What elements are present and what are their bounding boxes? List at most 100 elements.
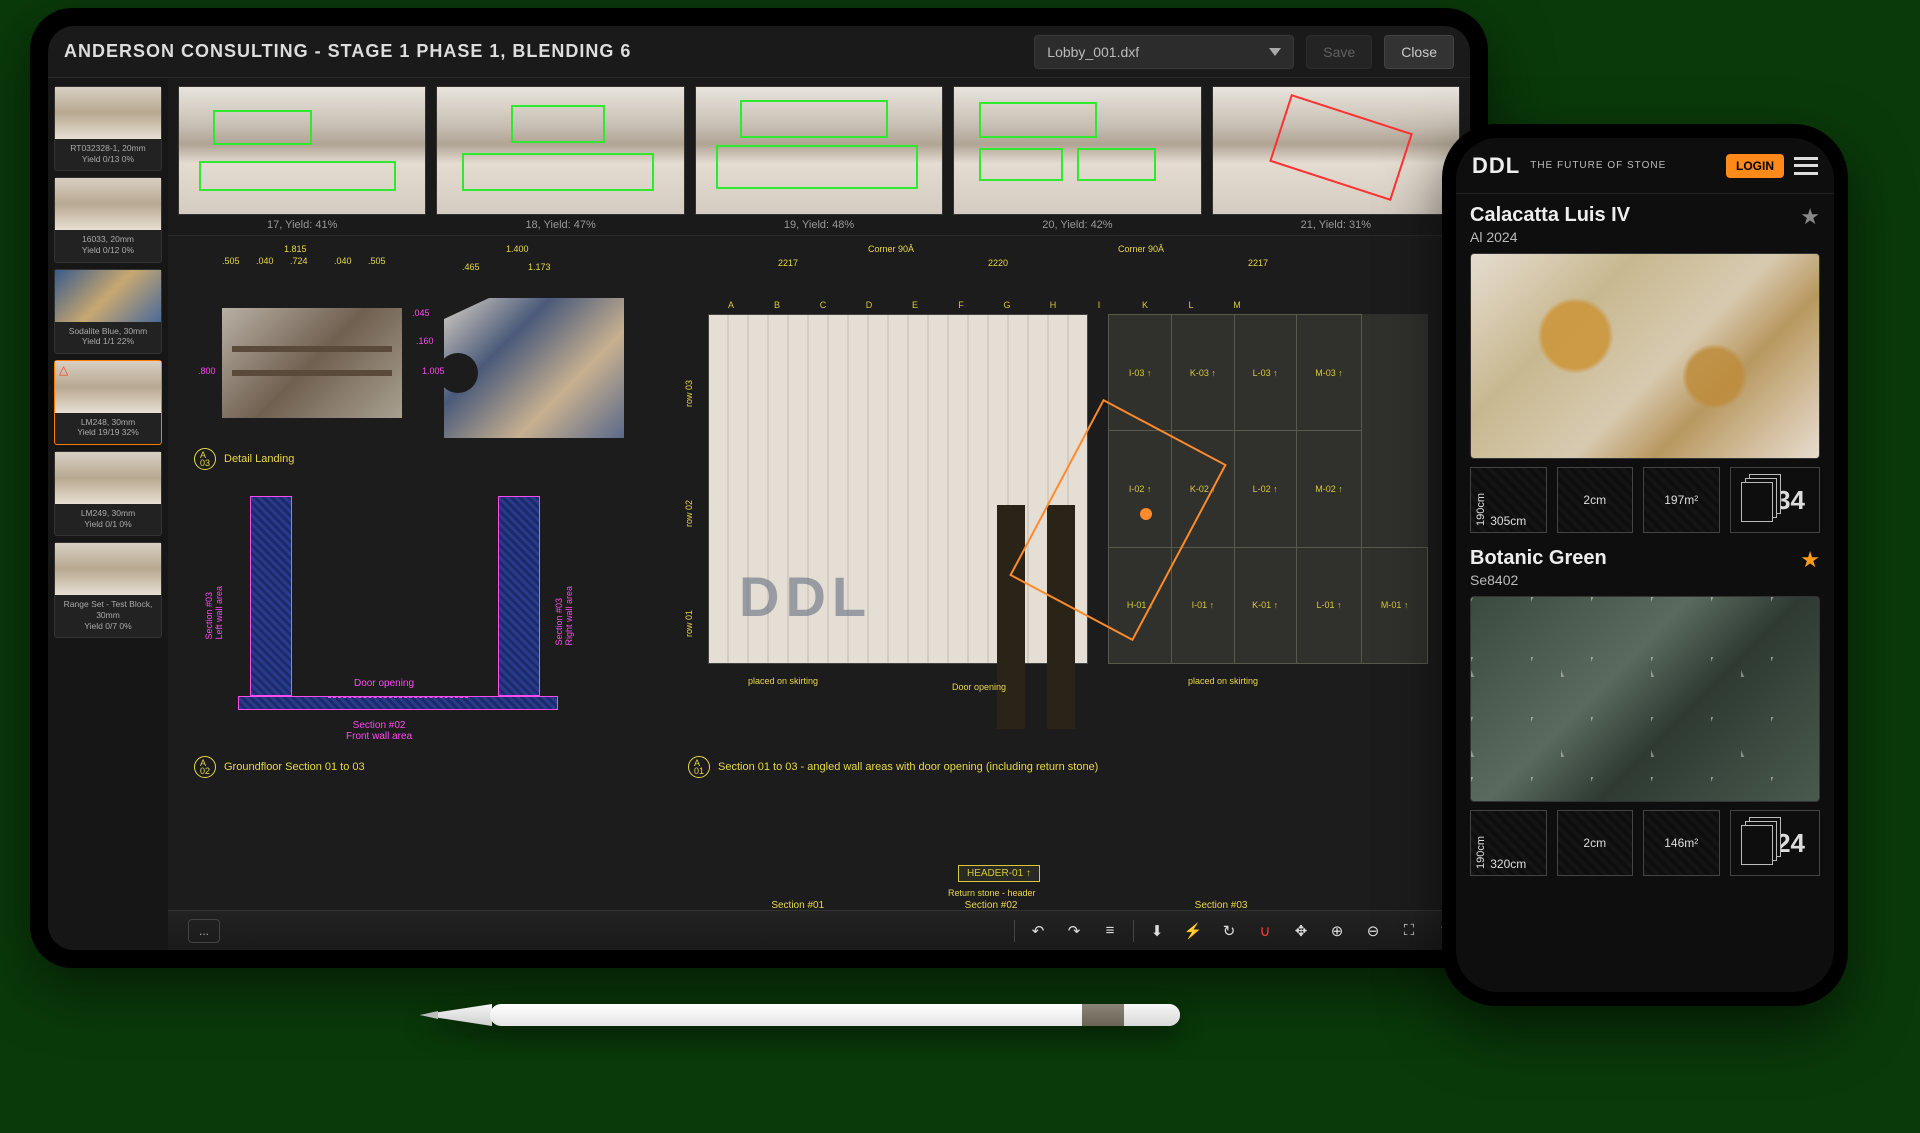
bottom-toolbar: ... ↶ ↷ ≡ ⬇ ⚡ ↻ ∪ ✥ ⊕ ⊖ ⛶ ? [168,910,1470,950]
slab-thumb[interactable]: 17, Yield: 41% [178,86,426,231]
row-label: row 02 [684,500,694,527]
landing-texture-2[interactable] [444,298,624,438]
landing-texture-1[interactable] [222,308,402,418]
app-body: RT032328-1, 20mm Yield 0/13 0% 16033, 20… [48,78,1470,950]
corner-label: Corner 90Â [868,244,914,254]
row-label: row 03 [684,380,694,407]
col-head: F [938,300,984,310]
dim: 1.173 [528,262,551,272]
return-stone-panel-1[interactable] [997,505,1025,729]
grid-cell[interactable]: L-01 ↑ [1296,547,1362,663]
zoom-out-icon[interactable]: ⊖ [1360,918,1386,944]
slab-strip[interactable]: 17, Yield: 41% 18, Yield: 47% 19, Yield: 4… [168,78,1470,236]
phone-body[interactable]: Calacatta Luis IV Al 2024 ★ 190cm 305cm … [1456,194,1834,992]
dim: .160 [416,336,434,346]
material-thumb[interactable]: Sodalite Blue, 30mm Yield 1/1 22% [54,269,162,354]
grid-cell[interactable]: I-01 ↑ [1172,547,1234,663]
material-thumb[interactable]: LM249, 30mm Yield 0/1 0% [54,451,162,536]
logo: DDL [1472,153,1520,179]
grid-cell[interactable]: L-02 ↑ [1234,431,1296,547]
col-head: A [708,300,754,310]
slab-thumb[interactable]: 20, Yield: 42% [953,86,1201,231]
favorite-icon[interactable]: ★ [1800,547,1820,573]
redo-icon[interactable]: ↷ [1061,918,1087,944]
dim: 1.005 [422,366,445,376]
material-thumb[interactable]: △ LM248, 30mm Yield 19/19 32% [54,360,162,445]
bolt-icon[interactable]: ⚡ [1180,918,1206,944]
tablet-screen: ANDERSON CONSULTING - STAGE 1 PHASE 1, B… [48,26,1470,950]
save-button[interactable]: Save [1306,35,1372,69]
stone-card[interactable]: Calacatta Luis IV Al 2024 ★ 190cm 305cm … [1470,204,1820,533]
favorite-icon[interactable]: ★ [1800,204,1820,230]
material-thumb[interactable]: RT032328-1, 20mm Yield 0/13 0% [54,86,162,171]
close-button[interactable]: Close [1384,35,1454,69]
grid-cell[interactable]: M-01 ↑ [1362,547,1428,663]
separator [1014,920,1015,942]
slab-thumb[interactable]: 21, Yield: 31% [1212,86,1460,231]
detail-landing-block: .505 .040 .724 .040 .505 1.815 .045 .160… [194,256,634,456]
grid-cell[interactable]: M-03 ↑ [1296,315,1362,431]
hamburger-icon[interactable] [1794,157,1818,175]
thumb-label: LM249, 30mm Yield 0/1 0% [55,504,161,535]
card-subtitle: Se8402 [1470,572,1800,588]
cut-rect[interactable] [213,110,312,146]
cut-rect[interactable] [716,145,918,188]
move-icon[interactable]: ✥ [1288,918,1314,944]
stat-count: 24 [1730,810,1821,876]
slab-label: 21, Yield: 31% [1212,219,1460,231]
file-dropdown[interactable]: Lobby_001.dxf [1034,35,1294,69]
list-icon[interactable]: ≡ [1097,918,1123,944]
slab-thumb[interactable]: 19, Yield: 48% [695,86,943,231]
slab-thumb[interactable]: 18, Yield: 47% [436,86,684,231]
refresh-icon[interactable]: ↻ [1216,918,1242,944]
slab-label: 18, Yield: 47% [436,219,684,231]
material-thumb[interactable]: 16033, 20mm Yield 0/12 0% [54,177,162,262]
download-icon[interactable]: ⬇ [1144,918,1170,944]
material-thumb[interactable]: Range Set - Test Block, 30mm Yield 0/7 0… [54,542,162,638]
skirting-label: placed on skirting [748,676,818,686]
card-image[interactable] [1470,596,1820,802]
undo-icon[interactable]: ↶ [1025,918,1051,944]
stat-count: 34 [1730,467,1821,533]
zoom-in-icon[interactable]: ⊕ [1324,918,1350,944]
cut-rect[interactable] [1077,148,1156,181]
gf-base[interactable] [238,696,558,710]
dim: .465 [462,262,480,272]
grid-cell[interactable]: L-03 ↑ [1234,315,1296,431]
selection-handle[interactable] [1140,508,1152,520]
thumb-label: RT032328-1, 20mm Yield 0/13 0% [55,139,161,170]
login-button[interactable]: LOGIN [1726,154,1784,178]
cad-wall-panel[interactable] [708,314,1088,664]
card-subtitle: Al 2024 [1470,229,1800,245]
grid-cell[interactable]: K-03 ↑ [1172,315,1234,431]
gf-front: Section #02 Front wall area [346,720,412,742]
drawing-canvas[interactable]: .505 .040 .724 .040 .505 1.815 .045 .160… [168,236,1470,950]
stat-row: 190cm 305cm 2cm 197m² 34 [1470,467,1820,533]
gf-wall-left[interactable] [250,496,292,696]
stone-card[interactable]: Botanic Green Se8402 ★ 190cm 320cm 2cm 1… [1470,547,1820,876]
more-button[interactable]: ... [188,919,220,943]
gf-wall-right[interactable] [498,496,540,696]
row-label: row 01 [684,610,694,637]
cut-rect[interactable] [979,148,1063,181]
cut-rect[interactable] [462,153,654,191]
header-chip[interactable]: HEADER-01 ↑ [958,865,1040,882]
col-head: M [1214,300,1260,310]
cut-rect[interactable] [199,161,396,191]
cut-rect[interactable] [1269,94,1413,201]
grid-cell[interactable]: M-02 ↑ [1296,431,1362,547]
col-head: H [1030,300,1076,310]
magnet-icon[interactable]: ∪ [1252,918,1278,944]
cut-rect[interactable] [979,102,1097,138]
col-head: G [984,300,1030,310]
col-head: L [1168,300,1214,310]
cut-rect[interactable] [511,105,605,143]
grid-cell[interactable]: K-01 ↑ [1234,547,1296,663]
stylus [420,998,1180,1032]
canvas-area: 17, Yield: 41% 18, Yield: 47% 19, Yield: 4… [168,78,1470,950]
fullscreen-icon[interactable]: ⛶ [1396,918,1422,944]
card-image[interactable] [1470,253,1820,459]
material-sidebar[interactable]: RT032328-1, 20mm Yield 0/13 0% 16033, 20… [48,78,168,950]
cut-rect[interactable] [740,100,888,138]
groundfloor-tag: A 02 Groundfloor Section 01 to 03 [194,756,365,778]
